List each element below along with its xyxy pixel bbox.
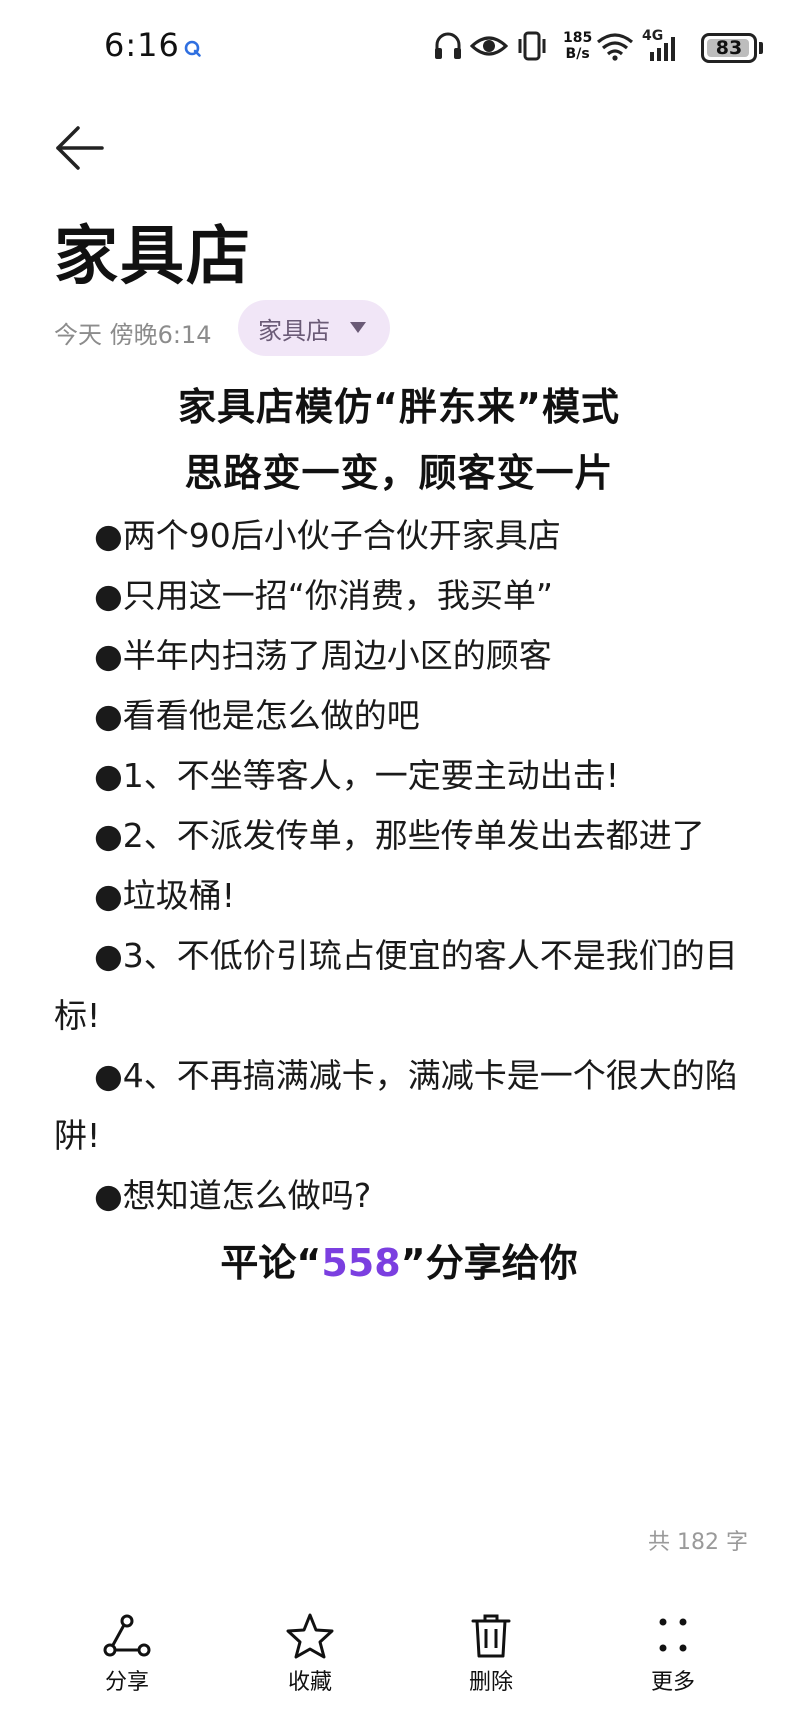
more-button[interactable]: 更多 bbox=[618, 1612, 728, 1696]
battery-cap bbox=[759, 42, 763, 54]
note-paragraph: ●2、不派发传单，那些传单发出去都进了 bbox=[94, 816, 705, 855]
vibrate-icon bbox=[518, 31, 546, 61]
note-paragraph: ●两个90后小伙子合伙开家具店 bbox=[94, 516, 561, 555]
note-paragraph: ●垃圾桶! bbox=[94, 876, 236, 915]
more-icon bbox=[659, 1618, 687, 1652]
status-time: 6:16 bbox=[104, 26, 180, 64]
favorite-label: 收藏 bbox=[287, 1670, 332, 1695]
battery-icon: 83 bbox=[701, 33, 757, 63]
word-count: 共 182 字 bbox=[648, 1530, 748, 1555]
note-paragraph: ●4、不再搞满减卡，满减卡是一个很大的陷阱! bbox=[54, 1056, 738, 1155]
share-label: 分享 bbox=[104, 1670, 149, 1695]
network-speed-value: 185 bbox=[563, 30, 593, 46]
note-timestamp: 今天 傍晚6:14 bbox=[54, 321, 212, 349]
note-title[interactable]: 家具店 bbox=[54, 205, 252, 297]
closing-highlight-number: 558 bbox=[321, 1241, 401, 1285]
note-body[interactable]: 家具店模仿“胖东来”模式 思路变一变，顾客变一片 ●两个90后小伙子合伙开家具店… bbox=[54, 374, 744, 1298]
note-paragraph: ●1、不坐等客人，一定要主动出击! bbox=[94, 756, 620, 795]
note-paragraph: ●3、不低价引琉占便宜的客人不是我们的目标! bbox=[54, 936, 738, 1035]
note-paragraph: ●半年内扫荡了周边小区的顾客 bbox=[94, 636, 552, 675]
folder-label: 家具店 bbox=[258, 316, 330, 345]
trash-icon bbox=[471, 1614, 511, 1658]
closing-suffix: ”分享给你 bbox=[400, 1241, 578, 1285]
note-paragraph: ●想知道怎么做吗? bbox=[94, 1176, 372, 1215]
network-speed-unit: B/s bbox=[565, 46, 590, 62]
favorite-button[interactable]: 收藏 bbox=[255, 1612, 365, 1696]
note-heading-line: 家具店模仿“胖东来”模式 bbox=[178, 385, 620, 429]
star-icon bbox=[286, 1613, 334, 1659]
delete-button[interactable]: 删除 bbox=[436, 1612, 546, 1696]
more-label: 更多 bbox=[650, 1670, 695, 1695]
status-bar: 6:16 185 B/s 4G 83 bbox=[0, 0, 800, 96]
headphones-icon bbox=[435, 32, 461, 59]
note-paragraph: ●只用这一招“你消费，我买单” bbox=[94, 576, 553, 615]
bottom-action-bar: 分享 收藏 删除 更多 bbox=[0, 1600, 800, 1711]
folder-selector[interactable]: 家具店 bbox=[238, 300, 390, 356]
chevron-down-icon bbox=[350, 322, 366, 333]
eye-comfort-icon bbox=[470, 36, 508, 56]
q-notification-icon bbox=[184, 40, 201, 57]
back-arrow-icon[interactable] bbox=[50, 118, 110, 178]
signal-4g-icon bbox=[650, 37, 675, 61]
wifi-icon bbox=[596, 33, 634, 61]
network-speed: 185 B/s bbox=[563, 30, 592, 62]
note-closing-line: 平论“558”分享给你 bbox=[54, 1228, 744, 1298]
closing-prefix: 平论“ bbox=[220, 1241, 322, 1285]
note-paragraph: ●看看他是怎么做的吧 bbox=[94, 696, 420, 735]
share-icon bbox=[103, 1614, 151, 1657]
battery-percent: 83 bbox=[715, 37, 743, 59]
delete-label: 删除 bbox=[468, 1670, 513, 1695]
note-heading-line: 思路变一变，顾客变一片 bbox=[184, 451, 614, 495]
share-button[interactable]: 分享 bbox=[72, 1612, 182, 1696]
